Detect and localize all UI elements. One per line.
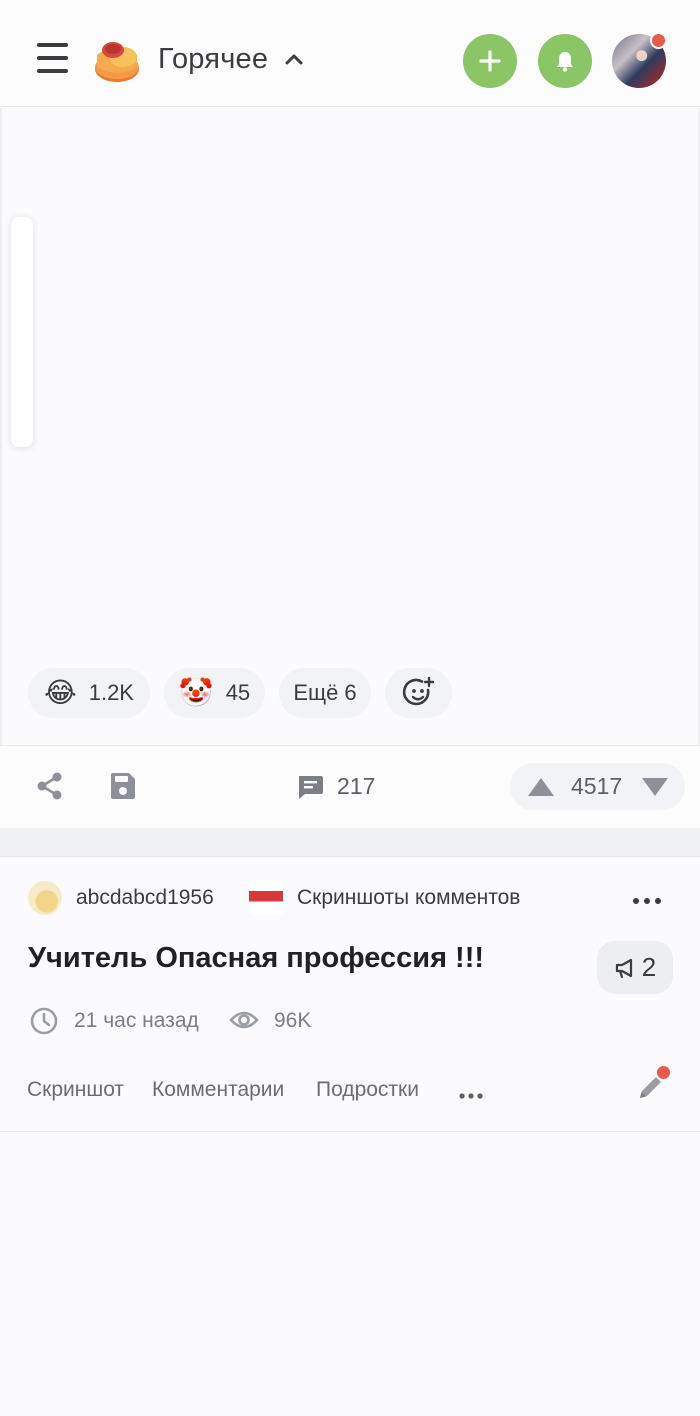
more-reactions-button[interactable]: Ещё 6 bbox=[279, 668, 371, 718]
reaction-count: 45 bbox=[225, 680, 251, 705]
chevron-up-icon[interactable] bbox=[284, 52, 304, 66]
upvote-icon[interactable] bbox=[526, 776, 556, 803]
menu-icon[interactable] bbox=[37, 43, 69, 75]
feed-selector-title[interactable]: Горячее bbox=[158, 43, 268, 76]
eye-icon bbox=[229, 1008, 259, 1037]
save-icon[interactable] bbox=[109, 771, 137, 806]
megaphone-icon bbox=[615, 958, 632, 978]
notification-dot bbox=[650, 32, 667, 49]
notification-dot bbox=[657, 1066, 670, 1079]
clown-emoji-icon: 🤡 bbox=[178, 677, 214, 708]
laughing-emoji-icon: 😂 bbox=[44, 677, 77, 708]
author-name[interactable]: abcdabcd1956 bbox=[76, 886, 214, 910]
rating-value: 4517 bbox=[571, 773, 623, 799]
more-reactions-label: Ещё 6 bbox=[293, 680, 357, 705]
logo-icon[interactable] bbox=[93, 37, 141, 83]
moderation-badge[interactable]: 2 bbox=[597, 941, 673, 994]
post-media-area[interactable] bbox=[0, 108, 700, 745]
tag[interactable]: Подростки bbox=[316, 1078, 419, 1102]
community-icon[interactable] bbox=[249, 881, 283, 915]
reaction-count: 1.2K bbox=[88, 680, 134, 705]
post-separator bbox=[0, 828, 700, 856]
moderation-count: 2 bbox=[641, 952, 657, 982]
more-options-icon[interactable] bbox=[632, 892, 662, 910]
views-count: 96K bbox=[274, 1009, 312, 1032]
bell-icon bbox=[557, 52, 573, 72]
add-emoji-icon bbox=[402, 676, 434, 706]
clock-icon bbox=[29, 1006, 59, 1041]
share-icon[interactable] bbox=[35, 771, 65, 806]
post-title[interactable]: Учитель Опасная профессия !!! bbox=[28, 942, 484, 975]
add-reaction-button[interactable] bbox=[385, 668, 452, 718]
community-name[interactable]: Скриншоты комментов bbox=[297, 886, 520, 910]
author-avatar[interactable] bbox=[28, 881, 62, 915]
post-time: 21 час назад bbox=[74, 1009, 199, 1032]
post-card bbox=[0, 856, 700, 1416]
comments-icon[interactable] bbox=[296, 774, 324, 805]
divider bbox=[0, 1131, 700, 1132]
plus-icon bbox=[479, 50, 501, 72]
notifications-button[interactable] bbox=[538, 34, 592, 88]
tag[interactable]: Комментарии bbox=[152, 1078, 284, 1102]
reaction-chip-clown[interactable]: 🤡 45 bbox=[164, 668, 265, 718]
scroll-handle[interactable] bbox=[11, 217, 33, 447]
reaction-chip-laugh[interactable]: 😂 1.2K bbox=[28, 668, 150, 718]
more-tags-icon[interactable] bbox=[459, 1087, 483, 1105]
comments-count[interactable]: 217 bbox=[337, 773, 375, 800]
tag[interactable]: Скриншот bbox=[27, 1078, 124, 1102]
downvote-icon[interactable] bbox=[640, 776, 670, 803]
add-post-button[interactable] bbox=[463, 34, 517, 88]
